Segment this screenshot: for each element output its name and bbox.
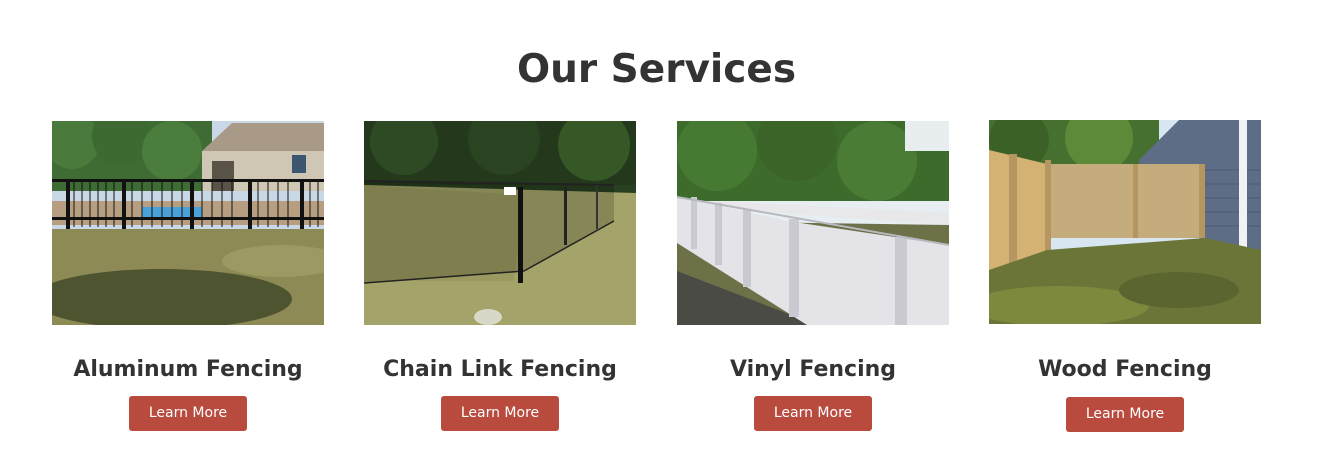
service-card-wood: Wood Fencing Learn More [989,120,1261,432]
service-title: Aluminum Fencing [73,357,303,382]
learn-more-button[interactable]: Learn More [129,396,247,431]
wood-fence-photo[interactable] [989,120,1261,324]
service-title: Wood Fencing [1038,357,1212,382]
aluminum-fence-photo[interactable] [52,121,324,325]
learn-more-button[interactable]: Learn More [1066,397,1184,432]
service-card-vinyl: Vinyl Fencing Learn More [677,121,949,431]
service-title: Chain Link Fencing [383,357,617,382]
section-title: Our Services [516,47,797,92]
service-card-chain-link: Chain Link Fencing Learn More [364,121,636,431]
learn-more-button[interactable]: Learn More [441,396,559,431]
learn-more-button[interactable]: Learn More [754,396,872,431]
chain-link-fence-photo[interactable] [364,121,636,325]
service-card-aluminum: Aluminum Fencing Learn More [52,121,324,431]
vinyl-fence-photo[interactable] [677,121,949,325]
our-services-section: Our Services Aluminum Fencing Learn More… [0,0,1327,467]
service-title: Vinyl Fencing [729,357,897,382]
